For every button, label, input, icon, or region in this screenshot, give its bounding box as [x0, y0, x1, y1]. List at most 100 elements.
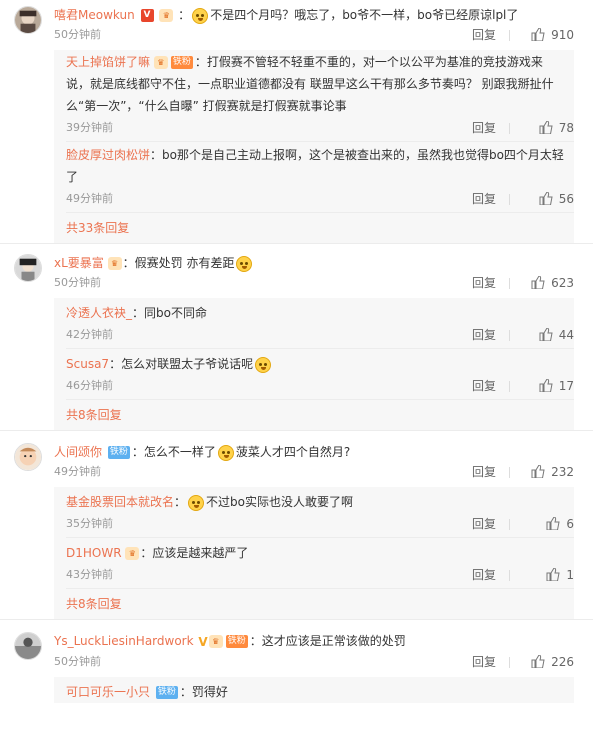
thumbs-up-icon — [531, 276, 545, 289]
thumbs-up-icon — [531, 465, 545, 478]
like-count: 623 — [551, 276, 574, 290]
reply-text: 不过bo实际也没人敢要了啊 — [206, 495, 353, 509]
reply-button[interactable]: 回复 — [472, 272, 496, 294]
divider — [509, 467, 510, 478]
divider — [509, 570, 510, 581]
thumbs-up-icon — [539, 192, 553, 205]
like-button[interactable]: 1 — [546, 564, 574, 586]
member-crown-icon: ♛ — [125, 547, 140, 560]
thumbs-up-icon — [539, 379, 553, 392]
reply-username[interactable]: D1HOWR — [66, 546, 122, 560]
fan-badge: 铁粉 — [170, 56, 193, 69]
like-button[interactable]: 44 — [539, 324, 574, 346]
avatar[interactable] — [14, 6, 42, 34]
reply-button[interactable]: 回复 — [472, 651, 496, 673]
reply-item: 天上掉馅饼了嘛 ♛ 铁粉 ：打假赛不管轻不轻重不重的，对一个以公平为基准的竞技游戏来… — [66, 50, 574, 142]
like-button[interactable]: 226 — [531, 651, 574, 673]
divider — [509, 194, 510, 205]
comment-item: Ys_LuckLiesinHardwork V ♛ 铁粉 ：这才应该是正常该做的处罚 … — [0, 620, 593, 703]
comment-list: 嘻君Meowkun V ♛ ：不是四个月吗？哦忘了，bo爷不一样，bo爷已经原谅… — [0, 0, 593, 755]
more-replies-link[interactable]: 共33条回复 — [66, 221, 129, 235]
like-button[interactable]: 623 — [531, 272, 574, 294]
comment-username[interactable]: Ys_LuckLiesinHardwork — [54, 634, 194, 648]
reply-button[interactable]: 回复 — [472, 24, 496, 46]
comment-item: 人间颂你 铁粉 ：怎么不一样了 菠菜人才四个自然月? 49分钟前 回复 232 基金… — [0, 431, 593, 620]
reply-username[interactable]: Scusa7 — [66, 357, 109, 371]
like-count: 17 — [558, 379, 574, 393]
reply-button[interactable]: 回复 — [472, 324, 496, 346]
thumbs-up-icon — [539, 121, 553, 134]
reply-button[interactable]: 回复 — [472, 117, 496, 139]
thumbs-up-icon — [546, 517, 560, 530]
comment-username[interactable]: 嘻君Meowkun — [54, 8, 135, 22]
like-count: 56 — [558, 192, 574, 206]
comment-time: 50分钟前 — [54, 654, 101, 668]
thumbs-up-icon — [546, 568, 560, 581]
reply-text: ：应该是越来越严了 — [140, 546, 249, 560]
reply-username[interactable]: 基金股票回本就改名 — [66, 495, 174, 509]
like-button[interactable]: 6 — [546, 513, 574, 535]
divider — [509, 381, 510, 392]
reply-button[interactable]: 回复 — [472, 375, 496, 397]
more-replies: 共33条回复 — [66, 213, 574, 243]
comment-time: 50分钟前 — [54, 276, 101, 289]
reply-time: 49分钟前 — [66, 192, 113, 205]
member-crown-icon: ♛ — [107, 257, 122, 270]
reply-item: Scusa7：怎么对联盟太子爷说话呢 46分钟前 回复 17 — [66, 349, 574, 400]
reply-time: 35分钟前 — [66, 517, 113, 530]
divider — [509, 519, 510, 530]
reply-item: 脸皮厚过肉松饼：bo那个是自己主动上报啊，这个是被查出来的，虽然我也觉得bo四个… — [66, 142, 574, 213]
comment-text-continued: 菠菜人才四个自然月? — [235, 445, 351, 459]
comment-text: ：假赛处罚 亦有差距 — [122, 256, 235, 270]
reply-button[interactable]: 回复 — [472, 188, 496, 210]
more-replies-link[interactable]: 共8条回复 — [66, 408, 122, 422]
divider — [509, 278, 510, 289]
reply-time: 39分钟前 — [66, 121, 113, 134]
like-count: 6 — [566, 517, 574, 531]
like-button[interactable]: 232 — [531, 461, 574, 483]
reply-username[interactable]: 冷透人衣袂_ — [66, 306, 132, 320]
comment-text: ：这才应该是正常该做的处罚 — [249, 634, 406, 648]
divider — [509, 30, 510, 41]
reply-time: 43分钟前 — [66, 568, 113, 581]
like-button[interactable]: 78 — [539, 117, 574, 139]
reply-list: 基金股票回本就改名： 不过bo实际也没人敢要了啊 35分钟前 回复 6 D1HOW… — [54, 487, 574, 619]
divider — [509, 656, 510, 668]
reply-button[interactable]: 回复 — [472, 513, 496, 535]
reply-button[interactable]: 回复 — [472, 461, 496, 483]
more-replies-link[interactable]: 共8条回复 — [66, 597, 122, 611]
avatar[interactable] — [14, 254, 42, 282]
comment-text: ：怎么不一样了 — [131, 445, 216, 459]
like-button[interactable]: 56 — [539, 188, 574, 210]
like-button[interactable]: 910 — [531, 24, 574, 46]
fan-badge: 铁粉 — [225, 635, 248, 648]
like-button[interactable]: 17 — [539, 375, 574, 397]
reply-username[interactable]: 天上掉馅饼了嘛 — [66, 55, 150, 69]
reply-text: ：怎么对联盟太子爷说话呢 — [109, 357, 254, 371]
comment-text: 不是四个月吗？哦忘了，bo爷不一样，bo爷已经原谅lpl了 — [210, 8, 519, 22]
like-count: 226 — [551, 654, 574, 669]
like-count: 232 — [551, 465, 574, 479]
reply-list: 可口可乐一小只 铁粉 ：罚得好 — [54, 676, 574, 703]
member-crown-icon: ♛ — [153, 56, 168, 69]
thumbs-up-icon — [531, 654, 545, 668]
thumbs-up-icon — [539, 328, 553, 341]
reply-username[interactable]: 脸皮厚过肉松饼 — [66, 148, 150, 162]
member-crown-icon: ♛ — [159, 9, 174, 22]
avatar[interactable] — [14, 443, 42, 471]
comment-username[interactable]: xL要暴富 — [54, 256, 104, 270]
reply-item: 冷透人衣袂_：同bo不同命 42分钟前 回复 44 — [66, 298, 574, 349]
reply-time: 46分钟前 — [66, 379, 113, 392]
avatar[interactable] — [14, 632, 42, 660]
more-replies: 共8条回复 — [66, 400, 574, 430]
comment-time: 49分钟前 — [54, 465, 101, 478]
comment-item: xL要暴富 ♛ ：假赛处罚 亦有差距 50分钟前 回复 623 冷透人衣袂_：同b… — [0, 244, 593, 431]
comment-username[interactable]: 人间颂你 — [54, 445, 102, 459]
like-count: 44 — [558, 328, 574, 342]
reply-button[interactable]: 回复 — [472, 564, 496, 586]
emoji-icon — [255, 356, 272, 373]
thumbs-up-icon — [531, 28, 545, 41]
reply-username[interactable]: 可口可乐一小只 — [66, 685, 150, 699]
fan-badge: 铁粉 — [155, 685, 178, 699]
fan-badge: 铁粉 — [107, 446, 130, 459]
